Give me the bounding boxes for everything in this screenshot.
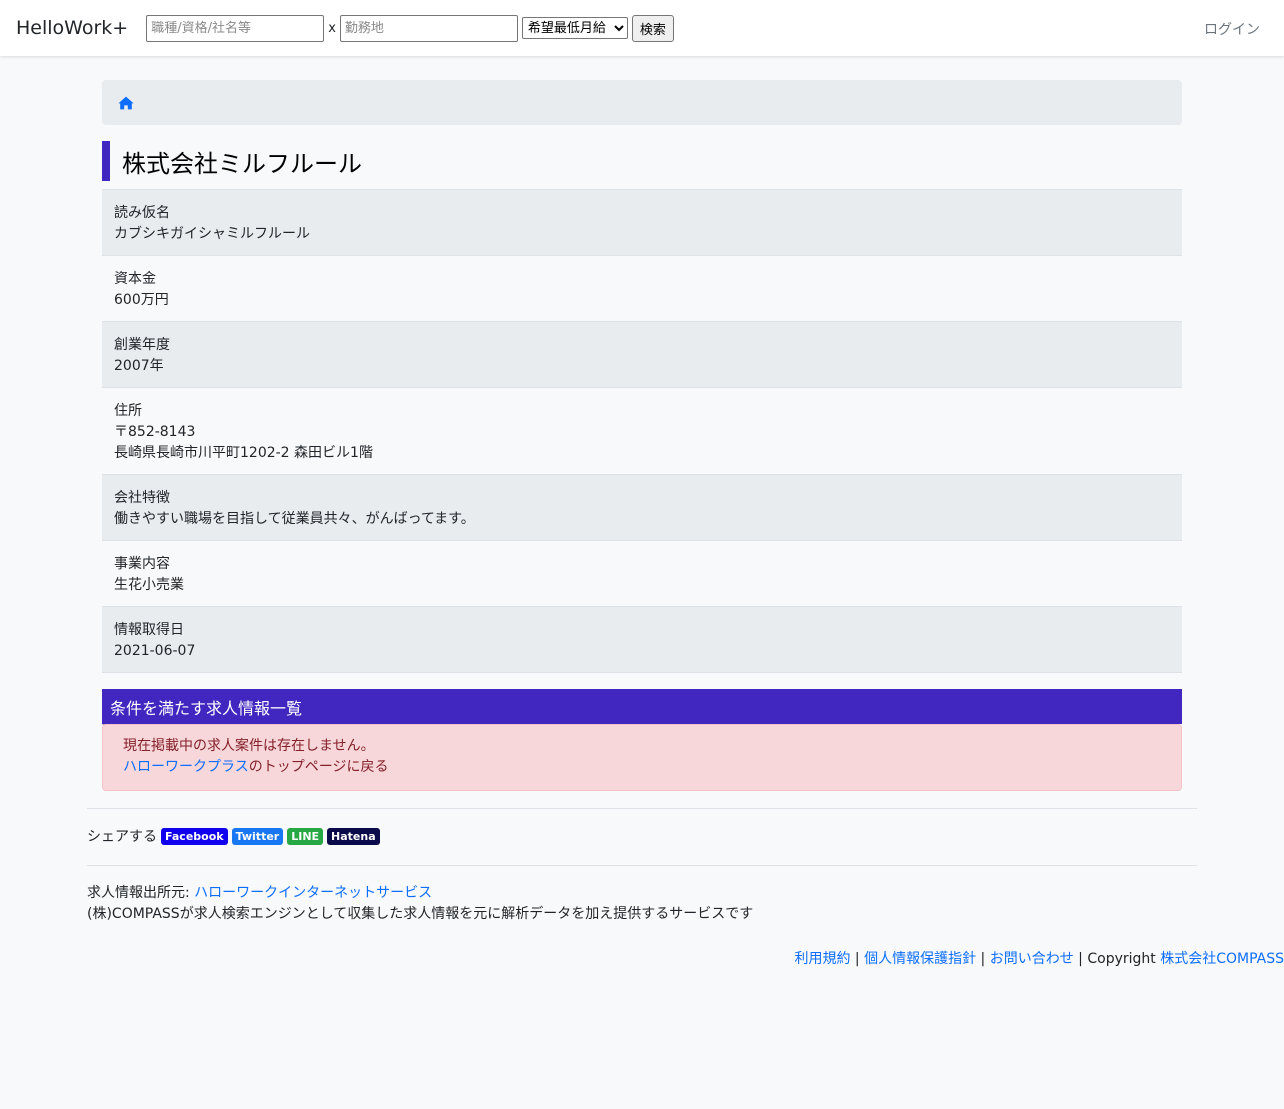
info-label: 会社特徴 [114, 490, 170, 506]
info-row-capital: 資本金 600万円 [102, 255, 1182, 321]
info-value: 600万円 [114, 292, 169, 308]
breadcrumb [102, 80, 1182, 125]
info-label: 資本金 [114, 271, 156, 287]
info-row-reading: 読み仮名 カブシキガイシャミルフルール [102, 189, 1182, 255]
keyword-input[interactable] [146, 14, 325, 42]
twitter-share-button[interactable]: Twitter [231, 827, 284, 845]
no-jobs-message: 現在掲載中の求人案件は存在しません。 [123, 738, 375, 754]
hellowork-internet-link[interactable]: ハローワークインターネットサービス [194, 885, 432, 901]
company-name: 株式会社ミルフルール [102, 141, 1182, 181]
contact-link[interactable]: お問い合わせ [990, 951, 1074, 967]
top-page-suffix: のトップページに戻る [248, 759, 389, 775]
footer-sep: | [976, 951, 990, 967]
search-button[interactable]: 検索 [631, 14, 674, 42]
salary-select[interactable]: 希望最低月給 [521, 17, 628, 39]
source-prefix: 求人情報出所元: [87, 885, 195, 901]
facebook-share-button[interactable]: Facebook [161, 827, 228, 845]
info-label: 読み仮名 [114, 205, 170, 221]
no-jobs-alert: 現在掲載中の求人案件は存在しません。 ハローワークプラスのトップページに戻る [102, 724, 1182, 791]
info-label: 住所 [114, 403, 142, 419]
info-value: カブシキガイシャミルフルール [114, 226, 310, 242]
top-navbar: HelloWork+ x 希望最低月給 検索 ログイン [0, 0, 1284, 56]
search-form: x 希望最低月給 検索 [146, 14, 674, 42]
info-row-retrieved: 情報取得日 2021-06-07 [102, 606, 1182, 673]
share-bar: シェアする Facebook Twitter LINE Hatena [87, 809, 1197, 865]
source-line: 求人情報出所元: ハローワークインターネットサービス [87, 883, 1197, 904]
main-container: 株式会社ミルフルール 読み仮名 カブシキガイシャミルフルール 資本金 600万円… [102, 80, 1182, 800]
bottom-section: シェアする Facebook Twitter LINE Hatena 求人情報出… [87, 808, 1197, 925]
info-value: 〒852-8143 [114, 424, 196, 440]
info-label: 情報取得日 [114, 622, 184, 638]
top-page-line: ハローワークプラスのトップページに戻る [123, 757, 1161, 778]
line-share-button[interactable]: LINE [287, 827, 324, 845]
info-value-address: 長崎県長崎市川平町1202-2 森田ビル1階 [114, 445, 373, 461]
info-row-business: 事業内容 生花小売業 [102, 540, 1182, 606]
login-link[interactable]: ログイン [1204, 19, 1260, 39]
location-input[interactable] [339, 14, 518, 42]
info-row-features: 会社特徴 働きやすい職場を目指して従業員共々、がんばってます。 [102, 474, 1182, 540]
service-description: (株)COMPASSが求人検索エンジンとして収集した求人情報を元に解析データを加… [87, 906, 754, 922]
footer-sep: | [1073, 951, 1088, 967]
info-label: 創業年度 [114, 337, 170, 353]
footer-sep: | [850, 951, 865, 967]
info-value: 生花小売業 [114, 577, 184, 593]
info-value: 2007年 [114, 358, 164, 374]
separator-x: x [328, 20, 336, 36]
footer: 利用規約 | 個人情報保護指針 | お問い合わせ | Copyright 株式会… [0, 925, 1284, 970]
hatena-share-button[interactable]: Hatena [327, 827, 380, 845]
home-icon[interactable] [118, 96, 134, 110]
info-row-founded: 創業年度 2007年 [102, 321, 1182, 387]
info-label: 事業内容 [114, 556, 170, 572]
info-value: 2021-06-07 [114, 643, 196, 659]
terms-link[interactable]: 利用規約 [794, 951, 850, 967]
info-row-address: 住所 〒852-8143 長崎県長崎市川平町1202-2 森田ビル1階 [102, 387, 1182, 474]
job-list-header: 条件を満たす求人情報一覧 [102, 689, 1182, 724]
share-label: シェアする [87, 829, 157, 845]
copyright-text: Copyright [1087, 951, 1161, 967]
top-page-link[interactable]: ハローワークプラス [123, 759, 249, 775]
info-value: 働きやすい職場を目指して従業員共々、がんばってます。 [114, 511, 475, 527]
company-info-table: 読み仮名 カブシキガイシャミルフルール 資本金 600万円 創業年度 2007年… [102, 189, 1182, 673]
brand-logo[interactable]: HelloWork+ [16, 17, 128, 39]
source-info: 求人情報出所元: ハローワークインターネットサービス (株)COMPASSが求人… [87, 866, 1197, 925]
compass-link[interactable]: 株式会社COMPASS [1160, 951, 1284, 967]
privacy-link[interactable]: 個人情報保護指針 [864, 951, 976, 967]
